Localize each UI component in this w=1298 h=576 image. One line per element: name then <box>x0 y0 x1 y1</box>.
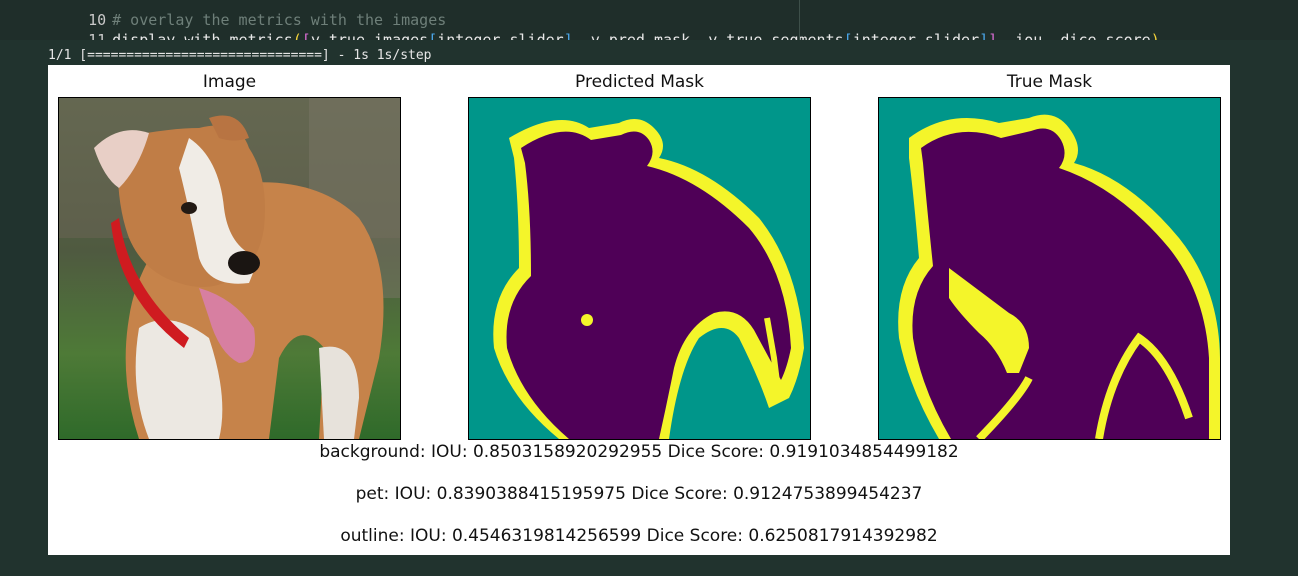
code-bracket: ] <box>988 31 998 40</box>
line-number: 11 <box>88 31 107 40</box>
panel-title-predicted-mask: Predicted Mask <box>575 72 704 92</box>
metric-pet: pet: IOU: 0.8390388415195975 Dice Score:… <box>355 484 923 504</box>
code-token: , iou, dice_score <box>997 31 1151 40</box>
code-bracket: [ <box>843 31 853 40</box>
panel-title-image: Image <box>202 72 257 92</box>
code-bracket: [ <box>301 31 311 40</box>
code-bracket: [ <box>428 31 438 40</box>
code-paren: ( <box>292 31 302 40</box>
true-mask-plot <box>879 98 1220 439</box>
output-figure: Image Predicted Mask True Mask backgroun… <box>48 65 1230 555</box>
code-token: y_true_segments <box>708 31 844 40</box>
editor-ruler <box>799 0 800 40</box>
predicted-mask-plot <box>469 98 810 439</box>
code-line-10: 10 # overlay the metrics with the images <box>0 0 446 29</box>
panel-title-true-mask: True Mask <box>1006 72 1093 92</box>
code-token: integer_slider <box>437 31 564 40</box>
code-token: integer_slider <box>852 31 980 40</box>
code-bracket: ] <box>563 31 573 40</box>
predicted-mask-panel <box>468 97 811 440</box>
code-function-name: display_with_metrics <box>112 31 293 40</box>
dog-photo <box>59 98 400 439</box>
code-token: y_true_images <box>310 31 429 40</box>
code-line-11: 11 display_with_metrics([y_true_images[in… <box>0 10 1160 40</box>
true-mask-panel <box>878 97 1221 440</box>
code-token: , y_pred_mask, <box>572 31 709 40</box>
code-bracket: ] <box>979 31 989 40</box>
code-paren: ) <box>1150 31 1160 40</box>
cell-stdout: 1/1 [==============================] - 1… <box>48 48 432 63</box>
metric-background: background: IOU: 0.8503158920292955 Dice… <box>319 442 959 462</box>
metric-outline: outline: IOU: 0.4546319814256599 Dice Sc… <box>340 526 938 546</box>
code-cell[interactable]: 10 # overlay the metrics with the images … <box>0 0 1298 40</box>
dog-image-panel <box>58 97 401 440</box>
